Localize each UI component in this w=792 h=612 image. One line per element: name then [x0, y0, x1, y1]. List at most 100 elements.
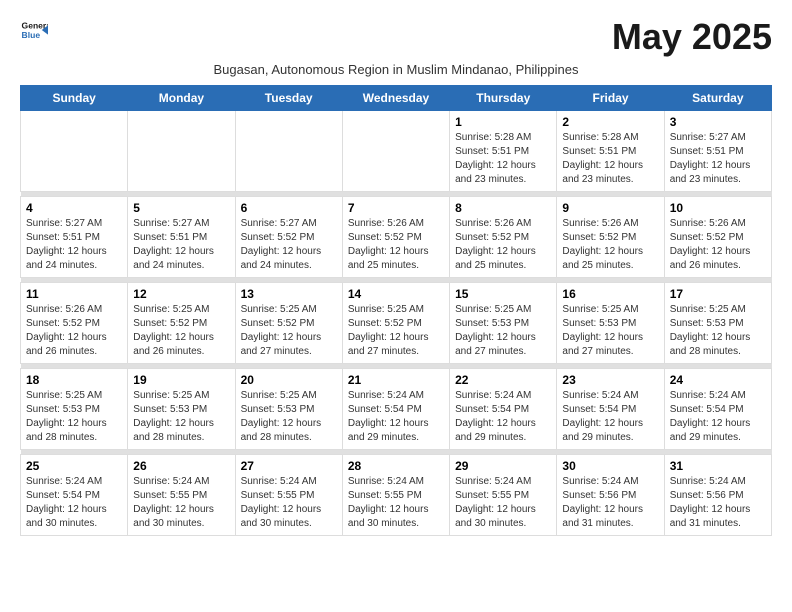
day-info: Sunrise: 5:24 AMSunset: 5:55 PMDaylight:…: [455, 475, 551, 531]
day-info: Sunrise: 5:25 AMSunset: 5:53 PMDaylight:…: [26, 389, 122, 445]
week-row-2: 4 Sunrise: 5:27 AMSunset: 5:51 PMDaylight…: [21, 197, 772, 278]
day-info: Sunrise: 5:24 AMSunset: 5:54 PMDaylight:…: [455, 389, 551, 445]
calendar-cell: 26 Sunrise: 5:24 AMSunset: 5:55 PMDayligh…: [128, 455, 235, 536]
day-info: Sunrise: 5:26 AMSunset: 5:52 PMDaylight:…: [26, 303, 122, 359]
calendar-cell: 14 Sunrise: 5:25 AMSunset: 5:52 PMDayligh…: [342, 283, 449, 364]
calendar-cell: 31 Sunrise: 5:24 AMSunset: 5:56 PMDayligh…: [664, 455, 771, 536]
day-number: 31: [670, 459, 766, 473]
day-info: Sunrise: 5:24 AMSunset: 5:54 PMDaylight:…: [670, 389, 766, 445]
day-number: 5: [133, 201, 229, 215]
week-row-5: 25 Sunrise: 5:24 AMSunset: 5:54 PMDayligh…: [21, 455, 772, 536]
day-number: 20: [241, 373, 337, 387]
calendar-cell: 21 Sunrise: 5:24 AMSunset: 5:54 PMDayligh…: [342, 369, 449, 450]
day-info: Sunrise: 5:25 AMSunset: 5:53 PMDaylight:…: [670, 303, 766, 359]
day-number: 12: [133, 287, 229, 301]
logo-icon: General Blue: [20, 16, 48, 44]
calendar-cell: 25 Sunrise: 5:24 AMSunset: 5:54 PMDayligh…: [21, 455, 128, 536]
svg-text:Blue: Blue: [22, 30, 41, 40]
day-info: Sunrise: 5:24 AMSunset: 5:54 PMDaylight:…: [562, 389, 658, 445]
calendar-cell: [235, 111, 342, 192]
day-info: Sunrise: 5:28 AMSunset: 5:51 PMDaylight:…: [455, 131, 551, 187]
day-number: 26: [133, 459, 229, 473]
calendar-cell: 8Sunrise: 5:26 AMSunset: 5:52 PMDaylight…: [450, 197, 557, 278]
day-number: 9: [562, 201, 658, 215]
column-header-tuesday: Tuesday: [235, 86, 342, 111]
day-info: Sunrise: 5:26 AMSunset: 5:52 PMDaylight:…: [455, 217, 551, 273]
day-number: 3: [670, 115, 766, 129]
day-number: 21: [348, 373, 444, 387]
day-number: 27: [241, 459, 337, 473]
day-number: 15: [455, 287, 551, 301]
day-number: 30: [562, 459, 658, 473]
day-info: Sunrise: 5:26 AMSunset: 5:52 PMDaylight:…: [348, 217, 444, 273]
day-number: 14: [348, 287, 444, 301]
column-header-wednesday: Wednesday: [342, 86, 449, 111]
calendar-cell: 28Sunrise: 5:24 AMSunset: 5:55 PMDayligh…: [342, 455, 449, 536]
day-info: Sunrise: 5:25 AMSunset: 5:53 PMDaylight:…: [133, 389, 229, 445]
day-number: 18: [26, 373, 122, 387]
calendar-cell: 6 Sunrise: 5:27 AMSunset: 5:52 PMDaylight…: [235, 197, 342, 278]
day-number: 19: [133, 373, 229, 387]
month-title: May 2025: [612, 16, 772, 58]
day-info: Sunrise: 5:26 AMSunset: 5:52 PMDaylight:…: [670, 217, 766, 273]
day-number: 29: [455, 459, 551, 473]
calendar-cell: 2 Sunrise: 5:28 AMSunset: 5:51 PMDaylight…: [557, 111, 664, 192]
day-info: Sunrise: 5:25 AMSunset: 5:52 PMDaylight:…: [348, 303, 444, 359]
calendar-cell: [21, 111, 128, 192]
day-info: Sunrise: 5:24 AMSunset: 5:56 PMDaylight:…: [670, 475, 766, 531]
calendar-cell: 27Sunrise: 5:24 AMSunset: 5:55 PMDayligh…: [235, 455, 342, 536]
day-info: Sunrise: 5:28 AMSunset: 5:51 PMDaylight:…: [562, 131, 658, 187]
calendar-cell: 20 Sunrise: 5:25 AMSunset: 5:53 PMDayligh…: [235, 369, 342, 450]
day-info: Sunrise: 5:27 AMSunset: 5:51 PMDaylight:…: [26, 217, 122, 273]
week-row-4: 18 Sunrise: 5:25 AMSunset: 5:53 PMDayligh…: [21, 369, 772, 450]
day-number: 6: [241, 201, 337, 215]
page-header: General Blue May 2025: [20, 16, 772, 58]
day-info: Sunrise: 5:24 AMSunset: 5:54 PMDaylight:…: [348, 389, 444, 445]
calendar-cell: 4 Sunrise: 5:27 AMSunset: 5:51 PMDaylight…: [21, 197, 128, 278]
calendar-table: SundayMondayTuesdayWednesdayThursdayFrid…: [20, 85, 772, 536]
calendar-cell: 22Sunrise: 5:24 AMSunset: 5:54 PMDayligh…: [450, 369, 557, 450]
day-info: Sunrise: 5:27 AMSunset: 5:51 PMDaylight:…: [133, 217, 229, 273]
day-number: 24: [670, 373, 766, 387]
day-info: Sunrise: 5:24 AMSunset: 5:54 PMDaylight:…: [26, 475, 122, 531]
day-number: 16: [562, 287, 658, 301]
calendar-cell: 24 Sunrise: 5:24 AMSunset: 5:54 PMDayligh…: [664, 369, 771, 450]
calendar-cell: [128, 111, 235, 192]
day-number: 7: [348, 201, 444, 215]
day-info: Sunrise: 5:27 AMSunset: 5:52 PMDaylight:…: [241, 217, 337, 273]
day-number: 25: [26, 459, 122, 473]
week-row-3: 11Sunrise: 5:26 AMSunset: 5:52 PMDayligh…: [21, 283, 772, 364]
calendar-cell: 30 Sunrise: 5:24 AMSunset: 5:56 PMDayligh…: [557, 455, 664, 536]
calendar-cell: 10 Sunrise: 5:26 AMSunset: 5:52 PMDayligh…: [664, 197, 771, 278]
column-header-saturday: Saturday: [664, 86, 771, 111]
calendar-cell: 15Sunrise: 5:25 AMSunset: 5:53 PMDayligh…: [450, 283, 557, 364]
column-header-sunday: Sunday: [21, 86, 128, 111]
day-info: Sunrise: 5:25 AMSunset: 5:52 PMDaylight:…: [241, 303, 337, 359]
day-number: 2: [562, 115, 658, 129]
column-header-monday: Monday: [128, 86, 235, 111]
day-number: 23: [562, 373, 658, 387]
day-info: Sunrise: 5:25 AMSunset: 5:52 PMDaylight:…: [133, 303, 229, 359]
day-info: Sunrise: 5:24 AMSunset: 5:56 PMDaylight:…: [562, 475, 658, 531]
calendar-cell: 5 Sunrise: 5:27 AMSunset: 5:51 PMDaylight…: [128, 197, 235, 278]
day-info: Sunrise: 5:24 AMSunset: 5:55 PMDaylight:…: [348, 475, 444, 531]
calendar-cell: 17 Sunrise: 5:25 AMSunset: 5:53 PMDayligh…: [664, 283, 771, 364]
day-number: 13: [241, 287, 337, 301]
day-number: 10: [670, 201, 766, 215]
day-info: Sunrise: 5:25 AMSunset: 5:53 PMDaylight:…: [241, 389, 337, 445]
day-info: Sunrise: 5:24 AMSunset: 5:55 PMDaylight:…: [133, 475, 229, 531]
day-number: 4: [26, 201, 122, 215]
logo: General Blue: [20, 16, 48, 44]
column-header-friday: Friday: [557, 86, 664, 111]
day-number: 1: [455, 115, 551, 129]
day-number: 17: [670, 287, 766, 301]
calendar-cell: 7 Sunrise: 5:26 AMSunset: 5:52 PMDaylight…: [342, 197, 449, 278]
calendar-cell: 19 Sunrise: 5:25 AMSunset: 5:53 PMDayligh…: [128, 369, 235, 450]
calendar-cell: 29 Sunrise: 5:24 AMSunset: 5:55 PMDayligh…: [450, 455, 557, 536]
calendar-cell: 9Sunrise: 5:26 AMSunset: 5:52 PMDaylight…: [557, 197, 664, 278]
week-row-1: 1 Sunrise: 5:28 AMSunset: 5:51 PMDaylight…: [21, 111, 772, 192]
page-subtitle: Bugasan, Autonomous Region in Muslim Min…: [20, 62, 772, 77]
calendar-cell: 3Sunrise: 5:27 AMSunset: 5:51 PMDaylight…: [664, 111, 771, 192]
calendar-cell: [342, 111, 449, 192]
calendar-cell: 23 Sunrise: 5:24 AMSunset: 5:54 PMDayligh…: [557, 369, 664, 450]
